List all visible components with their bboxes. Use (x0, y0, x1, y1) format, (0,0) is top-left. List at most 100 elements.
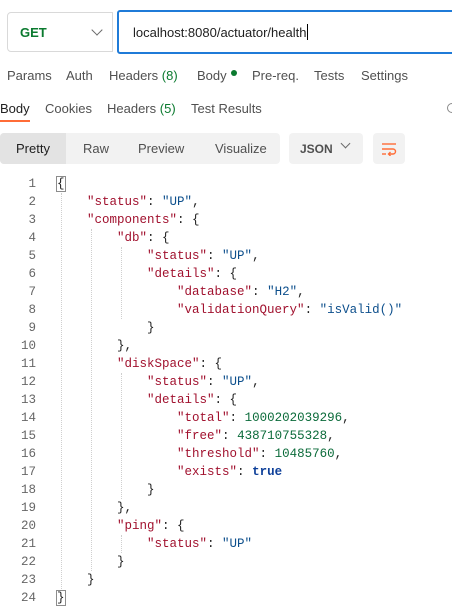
view-visualize-button[interactable]: Visualize (215, 141, 267, 156)
json-key: "details" (147, 393, 215, 407)
json-punctuation: : (207, 537, 223, 551)
code-line: 5 "status": "UP", (0, 247, 452, 265)
tab-params[interactable]: Params (7, 68, 52, 83)
code-text: "components": { (57, 211, 200, 229)
json-punctuation: , (297, 285, 305, 299)
line-number: 22 (20, 555, 36, 569)
json-punctuation: : { (214, 267, 238, 281)
code-line: 4 "db": { (0, 229, 452, 247)
line-number: 21 (20, 537, 36, 551)
tab-headers[interactable]: Headers (8) (109, 68, 178, 83)
code-text: } (57, 319, 155, 337)
json-key: "status" (147, 249, 208, 263)
url-input[interactable]: localhost:8080/actuator/health (117, 10, 452, 54)
json-key: "status" (147, 537, 208, 551)
tab-headers-count: (8) (161, 68, 178, 83)
circle-icon[interactable] (447, 103, 452, 113)
code-text: "status": "UP", (57, 193, 200, 211)
format-select[interactable]: JSON (289, 133, 363, 164)
json-key: "db" (117, 231, 148, 245)
json-string: "isValid()" (319, 303, 403, 317)
wrap-lines-icon (382, 142, 397, 156)
line-number: 16 (20, 447, 36, 461)
tab-tests[interactable]: Tests (314, 68, 344, 83)
text-cursor (307, 24, 309, 40)
code-line: 6 "details": { (0, 265, 452, 283)
code-text: { (56, 175, 66, 193)
line-number: 5 (28, 249, 36, 263)
json-key: "database" (177, 285, 253, 299)
json-punctuation: : (222, 429, 238, 443)
json-string: "UP" (222, 249, 253, 263)
code-text: "threshold": 10485760, (57, 445, 342, 463)
method-label: GET (20, 24, 47, 40)
line-number: 23 (20, 573, 36, 587)
json-number: 438710755328 (237, 429, 328, 443)
chevron-down-icon (340, 138, 351, 149)
json-key: "details" (147, 267, 215, 281)
code-line: 3 "components": { (0, 211, 452, 229)
json-punctuation: } (147, 483, 155, 497)
body-indicator-dot (230, 70, 237, 76)
json-punctuation: : (252, 285, 268, 299)
wrap-lines-button[interactable] (373, 133, 405, 164)
view-preview-button[interactable]: Preview (138, 141, 184, 156)
json-punctuation: : (147, 195, 163, 209)
json-string: "UP" (222, 375, 253, 389)
code-line: 11 "diskSpace": { (0, 355, 452, 373)
line-number: 4 (28, 231, 36, 245)
json-key: "total" (177, 411, 230, 425)
json-punctuation: , (192, 195, 200, 209)
format-select-label: JSON (300, 141, 333, 156)
code-line: 2 "status": "UP", (0, 193, 452, 211)
line-number: 19 (20, 501, 36, 515)
line-number: 6 (28, 267, 36, 281)
json-punctuation: }, (117, 339, 133, 353)
code-line: 22 } (0, 553, 452, 571)
view-raw-button[interactable]: Raw (83, 141, 109, 156)
line-number: 13 (20, 393, 36, 407)
line-number: 18 (20, 483, 36, 497)
code-text: "total": 1000202039296, (57, 409, 350, 427)
json-punctuation: : { (147, 231, 170, 245)
code-text: "database": "H2", (57, 283, 305, 301)
json-key: "status" (87, 195, 148, 209)
code-line: 7 "database": "H2", (0, 283, 452, 301)
code-line: 21 "status": "UP" (0, 535, 452, 553)
json-key: "free" (177, 429, 223, 443)
method-select[interactable]: GET (7, 12, 113, 52)
code-text: } (56, 589, 66, 607)
json-punctuation: : (207, 375, 223, 389)
code-line: 17 "exists": true (0, 463, 452, 481)
code-text: "ping": { (57, 517, 185, 535)
response-tab-body[interactable]: Body (0, 101, 30, 116)
tab-body[interactable]: Body (197, 68, 237, 83)
json-punctuation: : { (177, 213, 200, 227)
url-text: localhost:8080/actuator/health (133, 24, 307, 40)
json-boolean: true (252, 465, 283, 479)
view-mode-group: Pretty Raw Preview Visualize (0, 133, 280, 164)
chevron-down-icon (91, 24, 103, 36)
response-tab-headers[interactable]: Headers (5) (107, 101, 176, 116)
json-punctuation: , (252, 375, 260, 389)
json-punctuation: , (334, 447, 343, 461)
tab-auth[interactable]: Auth (66, 68, 93, 83)
code-line: 8 "validationQuery": "isValid()" (0, 301, 452, 319)
response-tab-test-results[interactable]: Test Results (191, 101, 262, 116)
response-tab-headers-label: Headers (107, 101, 157, 116)
code-text: } (57, 553, 125, 571)
view-pretty-button[interactable]: Pretty (16, 141, 50, 156)
json-string: "UP" (162, 195, 193, 209)
json-punctuation: : (229, 411, 245, 425)
response-tab-cookies[interactable]: Cookies (45, 101, 92, 116)
code-text: "validationQuery": "isValid()" (57, 301, 402, 319)
tab-settings[interactable]: Settings (361, 68, 408, 83)
json-key: "status" (147, 375, 208, 389)
tab-prereq[interactable]: Pre-req. (252, 68, 299, 83)
line-number: 2 (28, 195, 36, 209)
active-tab-underline (0, 120, 30, 122)
code-line: 10 }, (0, 337, 452, 355)
code-line: 15 "free": 438710755328, (0, 427, 452, 445)
response-body-viewer[interactable]: 1{2 "status": "UP", 3 "components": {4 "d… (0, 175, 452, 607)
json-punctuation: : { (214, 393, 238, 407)
